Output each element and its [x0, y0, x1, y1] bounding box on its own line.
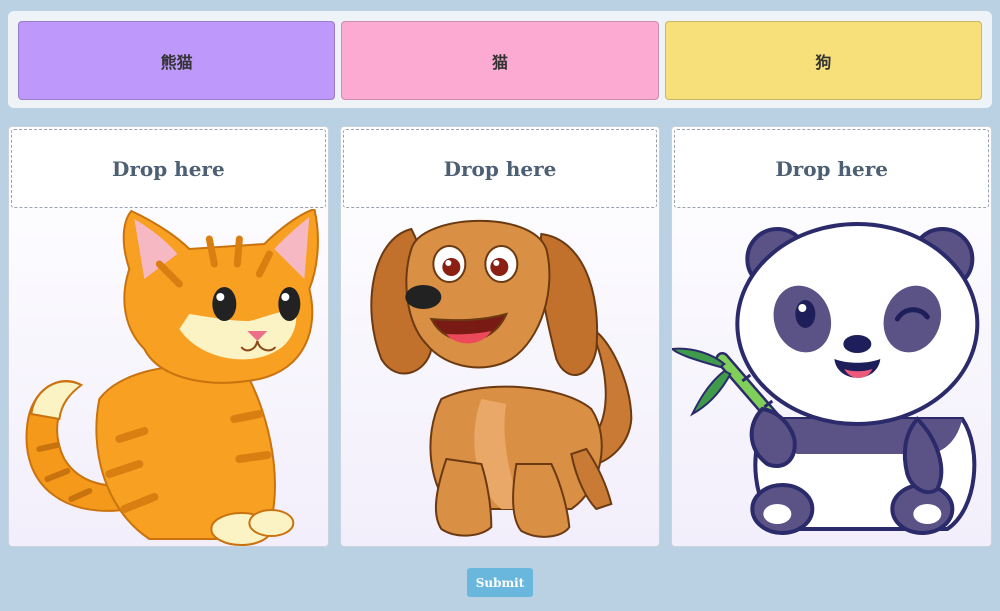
dog-illustration [370, 219, 633, 538]
drop-zone-dog[interactable]: Drop here [342, 129, 658, 208]
cat-illustration [25, 209, 319, 546]
panda-illustration [672, 222, 980, 535]
word-bank: 熊猫 猫 狗 [8, 11, 992, 108]
drop-zone-panda[interactable]: Drop here [674, 129, 990, 208]
word-chip-dog[interactable]: 狗 [664, 21, 982, 100]
image-card-panda: Drop here [671, 126, 993, 547]
submit-button[interactable]: Submit [467, 568, 533, 597]
word-chip-panda[interactable]: 熊猫 [18, 21, 336, 100]
image-cards: Drop here Drop here Drop here [8, 126, 993, 547]
word-chip-cat[interactable]: 猫 [341, 21, 659, 100]
image-card-dog: Drop here [339, 126, 661, 547]
drop-zone-cat[interactable]: Drop here [11, 129, 326, 208]
image-card-cat: Drop here [8, 126, 329, 547]
